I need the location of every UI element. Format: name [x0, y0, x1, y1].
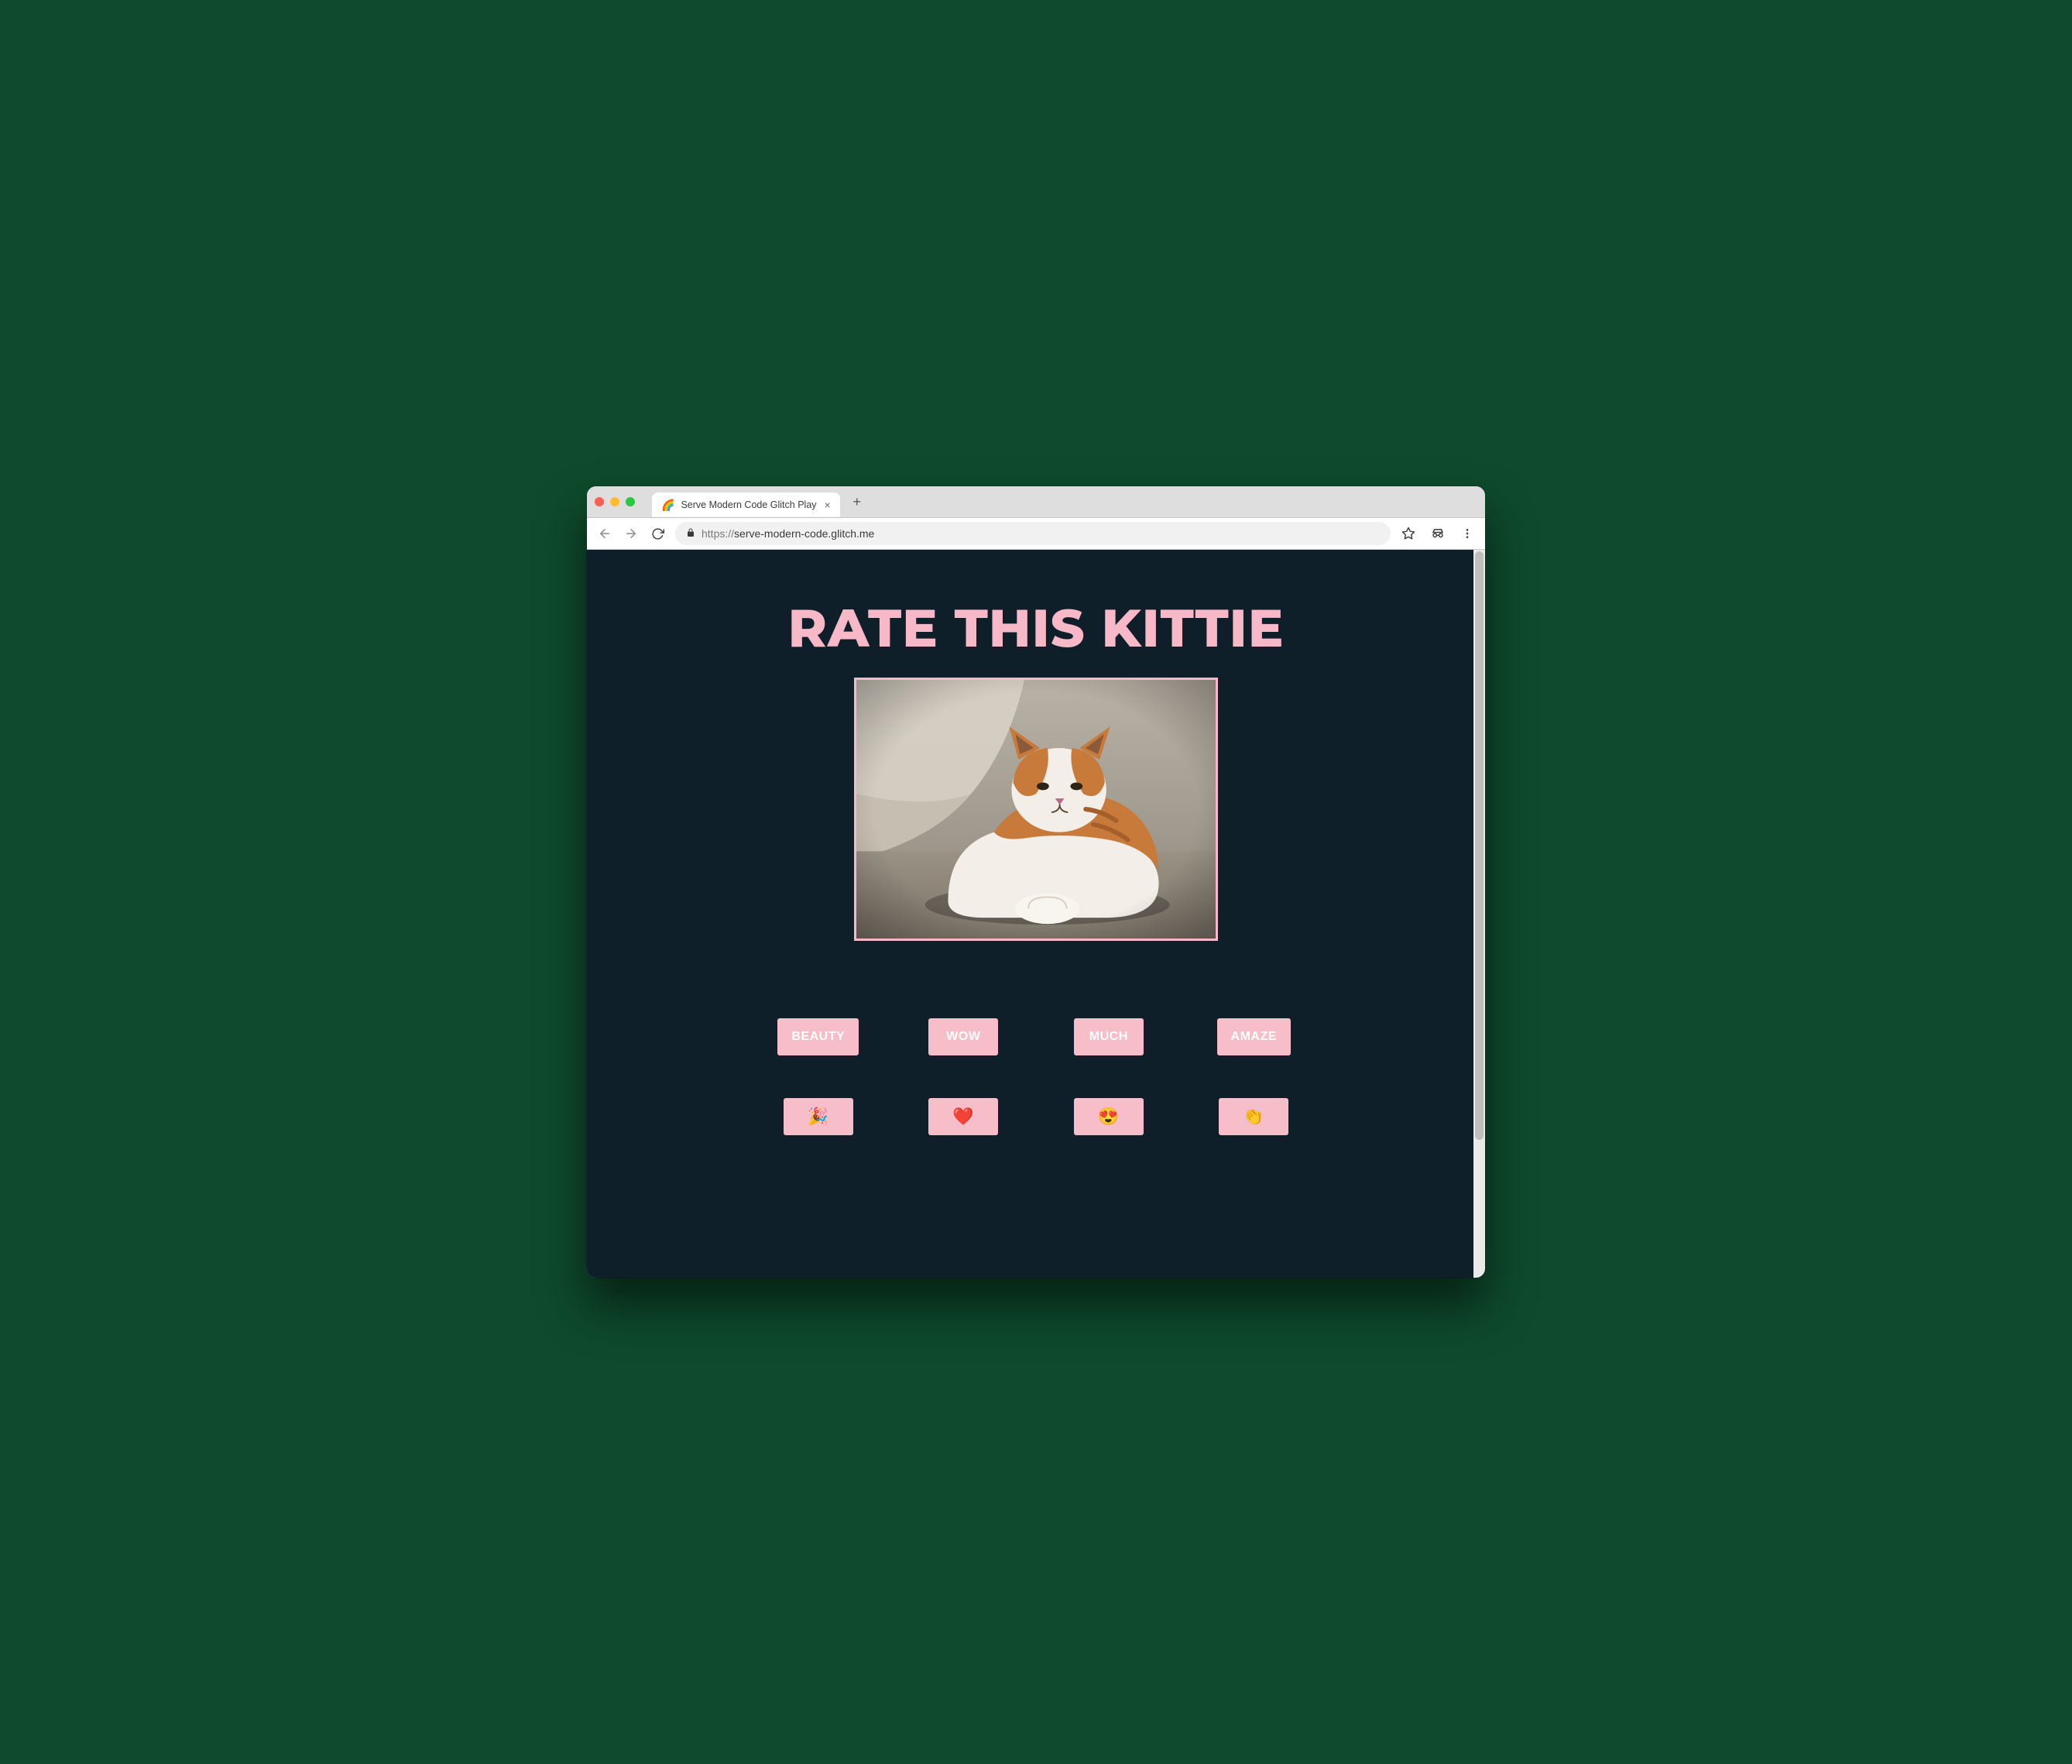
arrow-right-icon	[624, 527, 638, 541]
kebab-menu-icon	[1461, 527, 1473, 540]
kittie-photo	[854, 678, 1218, 941]
scrollbar-thumb[interactable]	[1475, 551, 1484, 1140]
page-heading: RATE THIS KITTIE	[788, 596, 1285, 661]
reload-button[interactable]	[649, 525, 666, 542]
browser-tab[interactable]: 🌈 Serve Modern Code Glitch Play ×	[652, 492, 840, 517]
window-zoom-button[interactable]	[626, 497, 635, 506]
toolbar-right	[1400, 525, 1476, 542]
rate-beauty-button[interactable]: BEAUTY	[777, 1018, 859, 1055]
page-scroll-area[interactable]: RATE THIS KITTIE	[587, 550, 1485, 1278]
tab-close-button[interactable]: ×	[825, 499, 831, 511]
new-tab-button[interactable]: +	[846, 491, 868, 513]
scrollbar[interactable]	[1473, 550, 1485, 1278]
rate-much-button[interactable]: MUCH	[1074, 1018, 1144, 1055]
tab-title: Serve Modern Code Glitch Play	[681, 499, 816, 510]
window-close-button[interactable]	[595, 497, 604, 506]
star-icon	[1401, 527, 1415, 541]
rate-tada-button[interactable]: 🎉	[784, 1098, 853, 1135]
rate-wow-button[interactable]: WOW	[928, 1018, 998, 1055]
forward-button[interactable]	[623, 525, 640, 542]
lock-icon	[686, 528, 695, 540]
url-text: https://serve-modern-code.glitch.me	[702, 527, 874, 540]
cat-illustration-icon	[856, 680, 1216, 939]
window-minimize-button[interactable]	[610, 497, 619, 506]
back-button[interactable]	[596, 525, 613, 542]
browser-window: 🌈 Serve Modern Code Glitch Play × + http…	[587, 486, 1485, 1278]
reload-icon	[651, 527, 664, 541]
tab-strip: 🌈 Serve Modern Code Glitch Play × +	[587, 486, 1485, 518]
profile-button[interactable]	[1429, 525, 1446, 542]
browser-toolbar: https://serve-modern-code.glitch.me	[587, 518, 1485, 550]
rate-hearteyes-button[interactable]: 😍	[1074, 1098, 1144, 1135]
rate-heart-button[interactable]: ❤️	[928, 1098, 998, 1135]
rate-clap-button[interactable]: 👏	[1219, 1098, 1288, 1135]
arrow-left-icon	[598, 527, 612, 541]
tab-favicon-icon: 🌈	[661, 499, 674, 510]
window-controls	[595, 497, 635, 506]
address-bar[interactable]: https://serve-modern-code.glitch.me	[675, 522, 1391, 545]
page-viewport: RATE THIS KITTIE	[587, 550, 1485, 1278]
incognito-icon	[1431, 527, 1445, 541]
rate-amaze-button[interactable]: AMAZE	[1217, 1018, 1291, 1055]
rating-buttons: BEAUTY WOW MUCH AMAZE 🎉 ❤️ 😍 👏	[780, 1018, 1292, 1135]
menu-button[interactable]	[1459, 525, 1476, 542]
page-content: RATE THIS KITTIE	[587, 550, 1485, 1228]
bookmark-button[interactable]	[1400, 525, 1417, 542]
